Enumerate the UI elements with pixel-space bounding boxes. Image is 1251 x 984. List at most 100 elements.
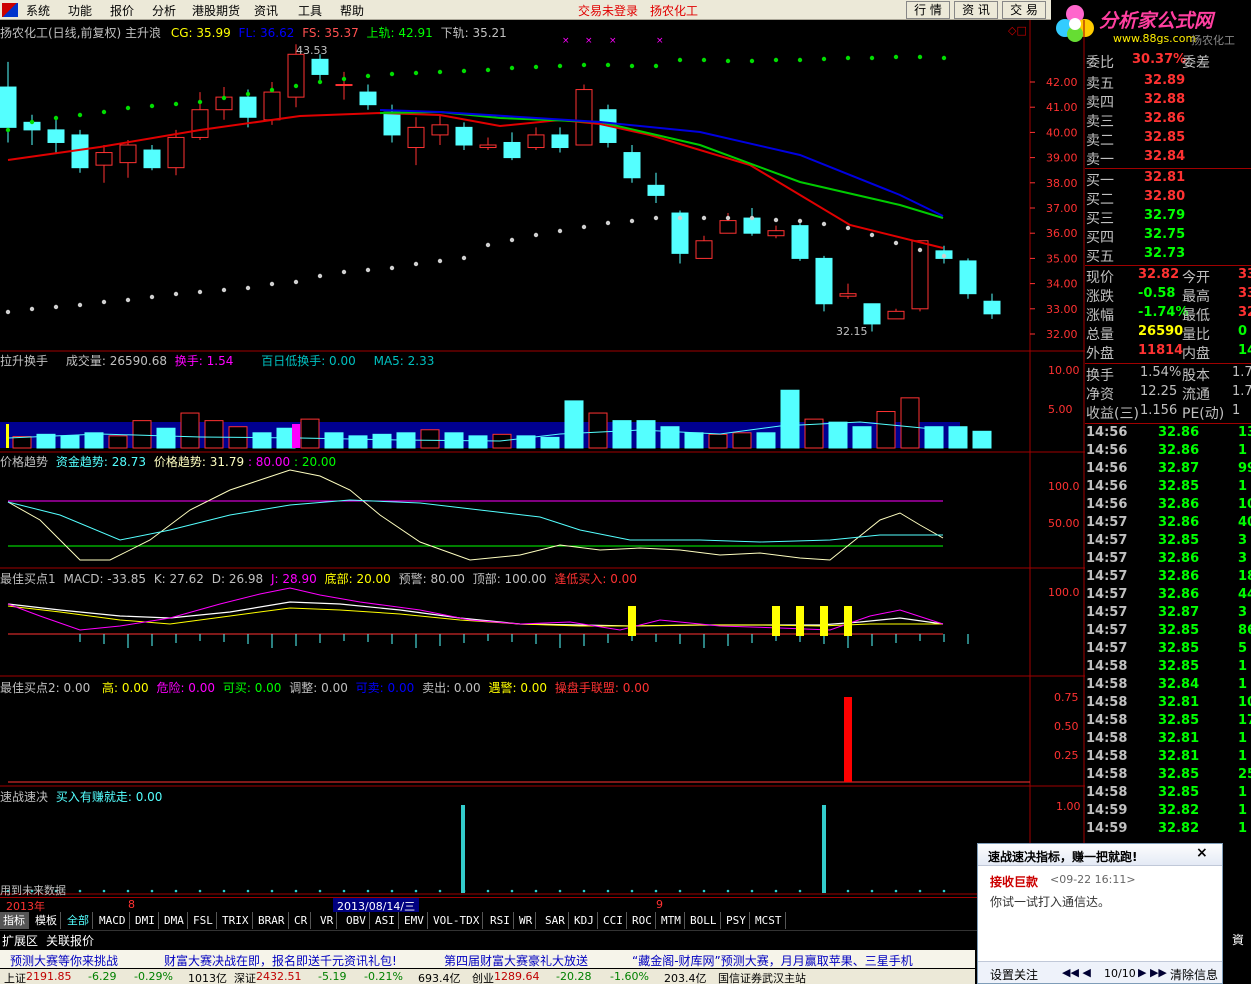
popup-sender[interactable]: 接收巨款 bbox=[990, 873, 1038, 890]
sar-green-dot bbox=[125, 105, 131, 111]
tab-dma[interactable]: DMA bbox=[161, 912, 188, 929]
candle-body bbox=[839, 293, 857, 297]
tab-macd[interactable]: MACD bbox=[96, 912, 130, 929]
market-button[interactable]: 行 情 bbox=[906, 1, 950, 19]
menu-analysis[interactable]: 分析 bbox=[152, 2, 176, 19]
tab-asi[interactable]: ASI bbox=[372, 912, 399, 929]
buy2-axis-label: 0.75 bbox=[1054, 691, 1079, 704]
ticker-item-2[interactable]: 财富大赛决战在即，报名即送千元资讯礼包! bbox=[164, 952, 397, 969]
menu-news[interactable]: 资讯 bbox=[254, 2, 278, 19]
info-value-2: 1.7 bbox=[1232, 384, 1251, 399]
vol-axis-label: 10.00 bbox=[1048, 364, 1080, 377]
fast-baseline-dot bbox=[366, 889, 370, 893]
tab-mcst[interactable]: MCST bbox=[752, 912, 786, 929]
info-label: 收益(三) bbox=[1086, 406, 1139, 422]
trade-price: 32.85 bbox=[1158, 767, 1200, 782]
tab-全部[interactable]: 全部 bbox=[64, 912, 93, 929]
popup-prev-icon[interactable]: ◀◀ ◀ bbox=[1062, 966, 1091, 979]
ticker-item-3[interactable]: 第四届财富大赛豪礼大放送 bbox=[444, 952, 588, 969]
sar-white-dot bbox=[389, 265, 395, 271]
main-axis-label: 40.00 bbox=[1046, 126, 1078, 139]
tab-related-quote[interactable]: 关联报价 bbox=[46, 932, 94, 949]
menu-tools[interactable]: 工具 bbox=[298, 2, 322, 19]
fast-baseline-dot bbox=[198, 889, 202, 893]
tab-trix[interactable]: TRIX bbox=[219, 912, 253, 929]
fast-buy-value: 买入有赚就走: 0.00 bbox=[55, 790, 163, 804]
tab-brar[interactable]: BRAR bbox=[255, 912, 289, 929]
popup-clear-button[interactable]: 清除信息 bbox=[1170, 966, 1218, 983]
tab-wr[interactable]: WR bbox=[516, 912, 537, 929]
tab-cci[interactable]: CCI bbox=[600, 912, 627, 929]
tab-kdj[interactable]: KDJ bbox=[571, 912, 598, 929]
quote-value: 11814 bbox=[1138, 343, 1184, 358]
bid-price: 32.73 bbox=[1144, 246, 1186, 261]
tab-dmi[interactable]: DMI bbox=[132, 912, 159, 929]
tab-vr[interactable]: VR bbox=[317, 912, 338, 929]
fast-baseline-dot bbox=[918, 889, 922, 893]
quote-value: -0.58 bbox=[1138, 286, 1176, 301]
fast-baseline-dot bbox=[750, 889, 754, 893]
info-value: 12.25 bbox=[1140, 384, 1178, 399]
sar-white-dot bbox=[677, 215, 683, 221]
panel-settings-icon[interactable]: ◇□ bbox=[1008, 24, 1027, 37]
trend-header: 价格趋势 资金趋势: 28.73 价格趋势: 31.79 : 80.00 : 2… bbox=[0, 453, 336, 470]
buy2-v: : 0.00 bbox=[55, 681, 91, 695]
info-value: 1.156 bbox=[1140, 403, 1178, 418]
tab-psy[interactable]: PSY bbox=[723, 912, 750, 929]
tab-obv[interactable]: OBV bbox=[343, 912, 370, 929]
menu-help[interactable]: 帮助 bbox=[340, 2, 364, 19]
news-button[interactable]: 资 讯 bbox=[954, 1, 998, 19]
sar-white-dot bbox=[701, 215, 707, 221]
tab-roc[interactable]: ROC bbox=[629, 912, 656, 929]
candle-body bbox=[527, 134, 545, 149]
ticker-item-1[interactable]: 预测大赛等你来挑战 bbox=[10, 952, 118, 969]
trend-name: 价格趋势 bbox=[0, 455, 49, 469]
tab-模板[interactable]: 模板 bbox=[32, 912, 61, 929]
trade-time: 14:58 bbox=[1086, 767, 1128, 782]
menu-hk-futures[interactable]: 港股期货 bbox=[192, 2, 240, 19]
sar-green-dot bbox=[149, 103, 155, 109]
notification-popup[interactable]: 速战速决指标，赚一把就跑! × 接收巨款 <09-22 16:11> 你试一试打… bbox=[977, 843, 1223, 984]
main-price-panel: × × × × bbox=[0, 36, 1001, 332]
popup-next-icon[interactable]: ▶ ▶▶ bbox=[1138, 966, 1167, 979]
ticker-item-4[interactable]: “藏金阁-财库网”预测大赛，月月赢取苹果、三星手机 bbox=[632, 952, 913, 969]
fast-baseline-dot bbox=[174, 889, 178, 893]
tab-fsl[interactable]: FSL bbox=[190, 912, 217, 929]
logo-stock: 扬农化工 bbox=[1191, 34, 1235, 47]
bid-label: 买四 bbox=[1086, 230, 1114, 246]
popup-close-button[interactable]: × bbox=[1196, 845, 1208, 861]
popup-title: 速战速决指标，赚一把就跑! bbox=[988, 850, 1138, 864]
volume-bar bbox=[588, 412, 608, 449]
quote-label-2: 今开 bbox=[1182, 270, 1210, 286]
menu-function[interactable]: 功能 bbox=[68, 2, 92, 19]
trade-button[interactable]: 交 易 bbox=[1002, 1, 1046, 19]
tab-boll[interactable]: BOLL bbox=[687, 912, 721, 929]
trade-price: 32.85 bbox=[1158, 659, 1200, 674]
fast-baseline-dot bbox=[294, 889, 298, 893]
tab-extension[interactable]: 扩展区 bbox=[2, 932, 38, 949]
fast-baseline-dot bbox=[270, 889, 274, 893]
tab-cr[interactable]: CR bbox=[291, 912, 312, 929]
sar-white-dot bbox=[845, 225, 851, 231]
fast-baseline-dot bbox=[102, 889, 106, 893]
buy1-axis-label: 100.0 bbox=[1048, 586, 1080, 599]
menu-quote[interactable]: 报价 bbox=[110, 2, 134, 19]
volume-bar bbox=[948, 426, 968, 449]
tab-sar[interactable]: SAR bbox=[542, 912, 569, 929]
candle-body bbox=[287, 53, 305, 98]
candle-body bbox=[119, 144, 137, 164]
time-axis[interactable]: 2013年 8 2013/08/14/三 9 bbox=[0, 897, 1085, 914]
news-ticker[interactable]: 预测大赛等你来挑战 财富大赛决战在即，报名即送千元资讯礼包! 第四届财富大赛豪礼… bbox=[0, 950, 975, 968]
tab-rsi[interactable]: RSI bbox=[487, 912, 514, 929]
tab-mtm[interactable]: MTM bbox=[658, 912, 685, 929]
login-status[interactable]: 交易未登录 bbox=[578, 2, 638, 19]
fast-baseline-dot bbox=[462, 889, 466, 893]
main-axis-label: 32.00 bbox=[1046, 328, 1078, 341]
tab-vol-tdx[interactable]: VOL-TDX bbox=[430, 912, 484, 929]
menu-system[interactable]: 系统 bbox=[26, 2, 50, 19]
tab-emv[interactable]: EMV bbox=[401, 912, 428, 929]
dip-buy-value: 逢低买入: 0.00 bbox=[554, 572, 637, 586]
tab-指标[interactable]: 指标 bbox=[0, 912, 29, 929]
side-bottom-tab[interactable]: 資 bbox=[1232, 931, 1244, 948]
popup-settings-button[interactable]: 设置关注 bbox=[990, 966, 1038, 983]
